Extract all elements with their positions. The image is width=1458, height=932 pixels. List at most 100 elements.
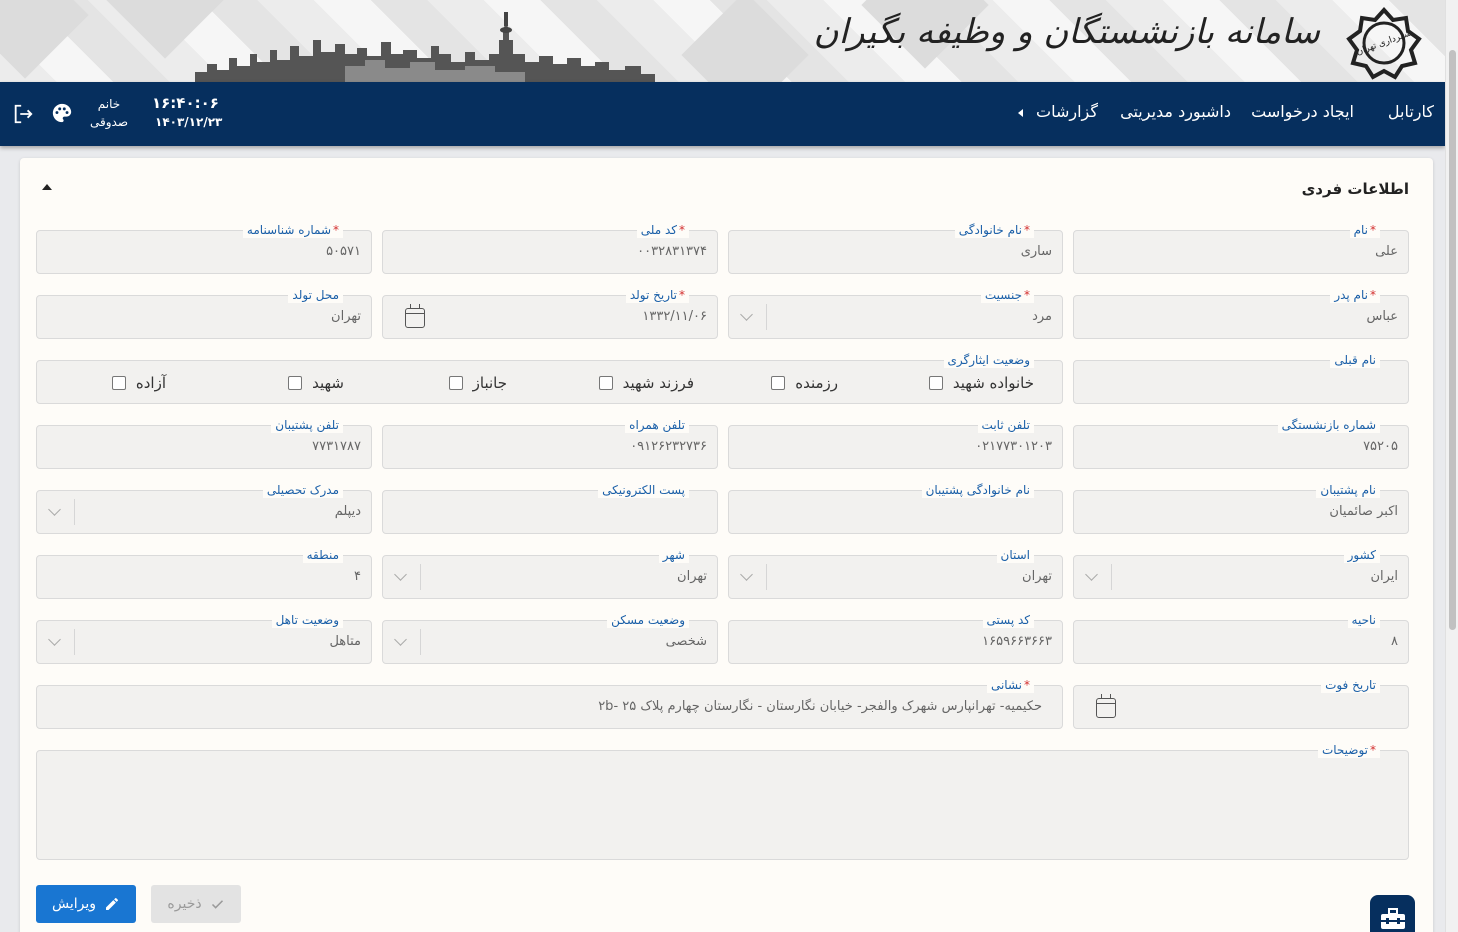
- select-divider: [74, 499, 75, 525]
- checkbox-box[interactable]: [598, 376, 613, 390]
- first-name-label: *نام: [1349, 222, 1380, 238]
- area-field[interactable]: ناحیه ۸: [1073, 612, 1409, 664]
- calendar-icon[interactable]: [1096, 694, 1116, 718]
- district-label: منطقه: [302, 547, 343, 563]
- checkbox-freed-pow[interactable]: آزاده: [111, 374, 166, 392]
- calendar-icon[interactable]: [405, 304, 425, 328]
- gender-select[interactable]: *جنسیت مرد: [728, 287, 1063, 339]
- checkbox-disabled-veteran[interactable]: جانباز: [448, 374, 507, 392]
- death-date-field[interactable]: تاریخ فوت: [1073, 677, 1409, 729]
- select-divider: [74, 629, 75, 655]
- checkbox-martyr-child[interactable]: فرزند شهید: [598, 374, 694, 392]
- checkbox-box[interactable]: [448, 376, 463, 390]
- id-number-field[interactable]: *شماره شناسنامه ۵۰۵۷۱: [36, 222, 372, 274]
- birth-place-field[interactable]: محل تولد تهران: [36, 287, 372, 339]
- user-info: خانم صدوقی: [88, 95, 130, 131]
- select-divider: [1111, 564, 1112, 590]
- first-name-field[interactable]: *نام علی: [1073, 222, 1409, 274]
- province-select[interactable]: استان تهران: [728, 547, 1063, 599]
- logout-icon[interactable]: [12, 103, 34, 125]
- city-label: شهر: [658, 547, 689, 563]
- gender-label: *جنسیت: [980, 287, 1034, 303]
- address-value: حکیمیه- تهرانپارس شهرک والفجر- خیابان نگ…: [598, 699, 1042, 714]
- marital-value: متاهل: [329, 634, 361, 649]
- checkbox-martyr-family[interactable]: خانواده شهید: [928, 374, 1034, 392]
- address-field[interactable]: *نشانی حکیمیه- تهرانپارس شهرک والفجر- خی…: [36, 677, 1063, 729]
- checkbox-box[interactable]: [288, 376, 303, 390]
- chevron-down-icon[interactable]: [394, 633, 407, 646]
- marital-select[interactable]: وضعیت تاهل متاهل: [36, 612, 372, 664]
- pencil-icon: [106, 898, 119, 910]
- collapse-caret-icon[interactable]: [42, 184, 52, 190]
- chevron-down-icon[interactable]: [740, 308, 753, 321]
- district-field[interactable]: منطقه ۴: [36, 547, 372, 599]
- housing-select[interactable]: وضعیت مسکن شخصی: [382, 612, 718, 664]
- postal-code-label: کد پستی: [982, 612, 1034, 628]
- select-divider: [420, 564, 421, 590]
- mobile-field[interactable]: تلفن همراه ۰۹۱۲۶۲۳۲۷۳۶: [382, 417, 718, 469]
- country-select[interactable]: کشور ایران: [1073, 547, 1409, 599]
- birth-date-value: ۱۳۳۲/۱۱/۰۶: [642, 309, 707, 324]
- nav-dashboard[interactable]: داشبورد مدیریتی: [1120, 102, 1231, 121]
- retirement-number-field[interactable]: شماره بازنشستگی ۷۵۲۰۵: [1073, 417, 1409, 469]
- city-select[interactable]: شهر تهران: [382, 547, 718, 599]
- previous-name-field[interactable]: نام قبلی: [1073, 352, 1409, 404]
- checkbox-martyr[interactable]: شهید: [288, 374, 344, 392]
- country-label: کشور: [1343, 547, 1380, 563]
- email-field[interactable]: پست الکترونیکی: [382, 482, 718, 534]
- toolbox-icon: [1381, 908, 1405, 929]
- landline-field[interactable]: تلفن ثابت ۰۲۱۷۷۳۰۱۲۰۳: [728, 417, 1063, 469]
- last-name-label: *نام خانوادگی: [954, 222, 1034, 238]
- death-date-label: تاریخ فوت: [1321, 677, 1380, 693]
- birth-date-label: *تاریخ تولد: [625, 287, 689, 303]
- father-name-value: عباس: [1366, 309, 1398, 324]
- landline-value: ۰۲۱۷۷۳۰۱۲۰۳: [975, 439, 1052, 454]
- postal-code-field[interactable]: کد پستی ۱۶۵۹۶۶۳۶۶۳: [728, 612, 1063, 664]
- notes-label: *توضیحات: [1317, 742, 1380, 758]
- section-title: اطلاعات فردی: [1301, 180, 1409, 198]
- checkbox-box[interactable]: [928, 376, 943, 390]
- scrollbar-thumb[interactable]: [1449, 50, 1456, 630]
- palette-icon[interactable]: [51, 102, 73, 124]
- page-scrollbar[interactable]: [1445, 0, 1458, 932]
- checkbox-box[interactable]: [111, 376, 126, 390]
- support-name-field[interactable]: نام پشتیبان اکبر صائمیان: [1073, 482, 1409, 534]
- support-phone-value: ۷۷۳۱۷۸۷: [312, 439, 361, 454]
- notes-textarea[interactable]: *توضیحات: [36, 742, 1409, 860]
- support-phone-label: تلفن پشتیبان: [271, 417, 343, 433]
- checkbox-box[interactable]: [771, 376, 786, 390]
- sacrifice-status-label: وضعیت ایثارگری: [943, 352, 1034, 368]
- national-code-field[interactable]: *کد ملی ۰۰۳۲۸۳۱۳۷۴: [382, 222, 718, 274]
- save-button[interactable]: ذخیره: [151, 885, 241, 923]
- chevron-down-icon[interactable]: [48, 633, 61, 646]
- main-navbar: کارتابل ایجاد درخواست داشبورد مدیریتی گز…: [0, 82, 1445, 146]
- toolbox-button[interactable]: [1370, 895, 1415, 932]
- previous-name-label: نام قبلی: [1330, 352, 1380, 368]
- retirement-number-value: ۷۵۲۰۵: [1363, 439, 1398, 454]
- chevron-down-icon[interactable]: [394, 568, 407, 581]
- area-label: ناحیه: [1347, 612, 1380, 628]
- father-name-field[interactable]: *نام پدر عباس: [1073, 287, 1409, 339]
- nav-create-request[interactable]: ایجاد درخواست: [1251, 102, 1354, 121]
- retirement-number-label: شماره بازنشستگی: [1277, 417, 1380, 433]
- chevron-down-icon[interactable]: [1085, 568, 1098, 581]
- nav-kartabl[interactable]: کارتابل: [1388, 102, 1434, 121]
- support-last-name-field[interactable]: نام خانوادگی پشتیبان: [728, 482, 1063, 534]
- marital-label: وضعیت تاهل: [271, 612, 343, 628]
- last-name-field[interactable]: *نام خانوادگی ساری: [728, 222, 1063, 274]
- nav-reports[interactable]: گزارشات: [1017, 102, 1098, 121]
- chevron-down-icon[interactable]: [740, 568, 753, 581]
- clock: ۱۶:۴۰:۰۶: [152, 94, 219, 112]
- landline-label: تلفن ثابت: [977, 417, 1034, 433]
- id-number-value: ۵۰۵۷۱: [326, 244, 361, 259]
- education-select[interactable]: مدرک تحصیلی دیپلم: [36, 482, 372, 534]
- edit-button[interactable]: ویرایش: [36, 885, 136, 923]
- caret-left-icon: [1017, 108, 1023, 117]
- support-phone-field[interactable]: تلفن پشتیبان ۷۷۳۱۷۸۷: [36, 417, 372, 469]
- mobile-value: ۰۹۱۲۶۲۳۲۷۳۶: [630, 439, 707, 454]
- mobile-label: تلفن همراه: [625, 417, 689, 433]
- checkbox-veteran[interactable]: رزمنده: [771, 374, 838, 392]
- birth-date-field[interactable]: *تاریخ تولد ۱۳۳۲/۱۱/۰۶: [382, 287, 718, 339]
- chevron-down-icon[interactable]: [48, 503, 61, 516]
- housing-value: شخصی: [665, 634, 707, 649]
